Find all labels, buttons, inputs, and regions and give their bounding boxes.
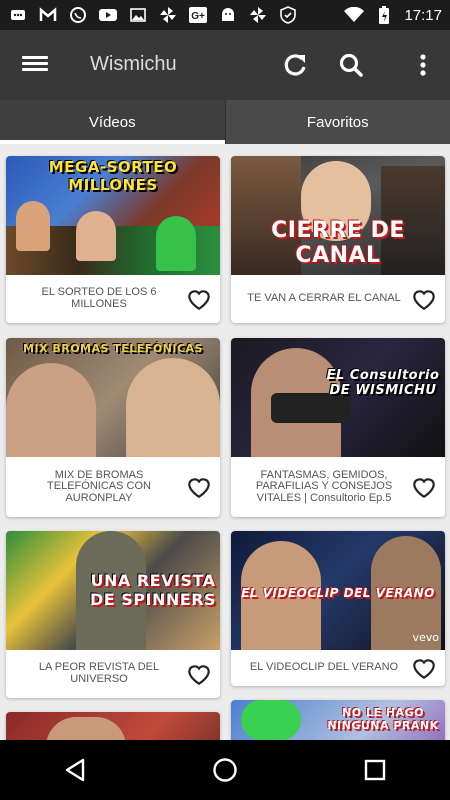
favorite-heart-icon[interactable] xyxy=(411,287,437,311)
more-vert-icon[interactable] xyxy=(406,48,440,82)
android-icon xyxy=(218,6,238,24)
video-card[interactable]: MIX BROMAS TELEFÓNICAS MIX DE BROMAS TEL… xyxy=(6,338,220,517)
video-title: EL SORTEO DE LOS 6 MILLONES xyxy=(6,275,220,323)
thumbnail-text: EL Consultorio DE WISMICHU xyxy=(326,368,440,398)
video-thumbnail[interactable] xyxy=(6,712,220,740)
pinwheel-icon xyxy=(248,6,268,24)
favorite-heart-icon[interactable] xyxy=(411,656,437,680)
shield-icon xyxy=(278,6,298,24)
tab-videos[interactable]: Vídeos xyxy=(0,100,225,144)
video-thumbnail[interactable]: EL Consultorio DE WISMICHU xyxy=(231,338,445,457)
thumbnail-text: NO LE HAGO NINGUNA PRANK xyxy=(327,706,439,732)
favorite-heart-icon[interactable] xyxy=(186,287,212,311)
status-bar: G+ 17:17 xyxy=(0,0,450,30)
google-plus-icon: G+ xyxy=(188,6,208,24)
svg-text:G+: G+ xyxy=(191,11,205,22)
video-thumbnail[interactable]: NO LE HAGO NINGUNA PRANK xyxy=(231,700,445,740)
video-grid[interactable]: MEGA-SORTEO MILLONES EL SORTEO DE LOS 6 … xyxy=(0,144,450,740)
video-title-text: LA PEOR REVISTA DEL UNIVERSO xyxy=(38,661,160,685)
video-title: FANTASMAS, GEMIDOS, PARAFILIAS Y CONSEJO… xyxy=(231,457,445,517)
gmail-icon xyxy=(38,6,58,24)
video-thumbnail[interactable]: MEGA-SORTEO MILLONES xyxy=(6,156,220,275)
refresh-icon[interactable] xyxy=(278,48,312,82)
battery-charging-icon xyxy=(374,6,394,24)
recents-icon[interactable] xyxy=(355,750,395,790)
app-bar: Wismichu xyxy=(0,30,450,100)
video-title: LA PEOR REVISTA DEL UNIVERSO xyxy=(6,650,220,698)
navigation-bar xyxy=(0,740,450,800)
video-card[interactable]: CIERRE DE CANAL TE VAN A CERRAR EL CANAL xyxy=(231,156,445,323)
back-icon[interactable] xyxy=(55,750,95,790)
video-thumbnail[interactable]: EL VIDEOCLIP DEL VERANO vevo xyxy=(231,531,445,650)
video-title-text: TE VAN A CERRAR EL CANAL xyxy=(247,292,401,305)
video-card[interactable] xyxy=(6,712,220,740)
vevo-logo: vevo xyxy=(412,631,439,644)
thumbnail-text: EL VIDEOCLIP DEL VERANO xyxy=(241,586,435,600)
whatsapp-icon xyxy=(8,6,28,24)
app-title: Wismichu xyxy=(90,53,177,75)
video-card[interactable]: MEGA-SORTEO MILLONES EL SORTEO DE LOS 6 … xyxy=(6,156,220,323)
search-icon[interactable] xyxy=(334,48,368,82)
video-thumbnail[interactable]: CIERRE DE CANAL xyxy=(231,156,445,275)
video-thumbnail[interactable]: MIX BROMAS TELEFÓNICAS xyxy=(6,338,220,457)
video-title-text: FANTASMAS, GEMIDOS, PARAFILIAS Y CONSEJO… xyxy=(255,468,393,504)
favorite-heart-icon[interactable] xyxy=(186,662,212,686)
menu-icon[interactable] xyxy=(22,53,48,77)
favorite-heart-icon[interactable] xyxy=(186,475,212,499)
youtube-icon xyxy=(98,6,118,24)
tab-favoritos[interactable]: Favoritos xyxy=(224,100,450,144)
status-time: 17:17 xyxy=(404,6,442,24)
video-title-text: MIX DE BROMAS TELEFÓNICAS CON AURONPLAY xyxy=(47,468,151,504)
video-card[interactable]: UNA REVISTA DE SPINNERS LA PEOR REVISTA … xyxy=(6,531,220,698)
video-title-text: EL SORTEO DE LOS 6 MILLONES xyxy=(41,286,157,310)
video-title: TE VAN A CERRAR EL CANAL xyxy=(231,275,445,323)
pinwheel-icon xyxy=(158,6,178,24)
video-thumbnail[interactable]: UNA REVISTA DE SPINNERS xyxy=(6,531,220,650)
tab-favoritos-label: Favoritos xyxy=(306,113,369,131)
gallery-icon xyxy=(128,6,148,24)
thumbnail-text: UNA REVISTA DE SPINNERS xyxy=(89,571,217,609)
thumbnail-text: MIX BROMAS TELEFÓNICAS xyxy=(23,342,203,355)
tab-videos-label: Vídeos xyxy=(88,113,136,131)
thumbnail-text: CIERRE DE CANAL xyxy=(271,218,405,268)
whatsapp-icon xyxy=(68,6,88,24)
thumbnail-text: MEGA-SORTEO MILLONES xyxy=(48,158,178,194)
wifi-icon xyxy=(344,6,365,24)
home-icon[interactable] xyxy=(205,750,245,790)
video-card[interactable]: EL VIDEOCLIP DEL VERANO vevo EL VIDEOCLI… xyxy=(231,531,445,686)
favorite-heart-icon[interactable] xyxy=(411,475,437,499)
video-card[interactable]: EL Consultorio DE WISMICHU FANTASMAS, GE… xyxy=(231,338,445,517)
video-title: MIX DE BROMAS TELEFÓNICAS CON AURONPLAY xyxy=(6,457,220,517)
video-title: EL VIDEOCLIP DEL VERANO xyxy=(231,650,445,686)
video-title-text: EL VIDEOCLIP DEL VERANO xyxy=(249,661,399,674)
tab-bar: Vídeos Favoritos xyxy=(0,100,450,144)
video-card[interactable]: NO LE HAGO NINGUNA PRANK xyxy=(231,700,445,740)
